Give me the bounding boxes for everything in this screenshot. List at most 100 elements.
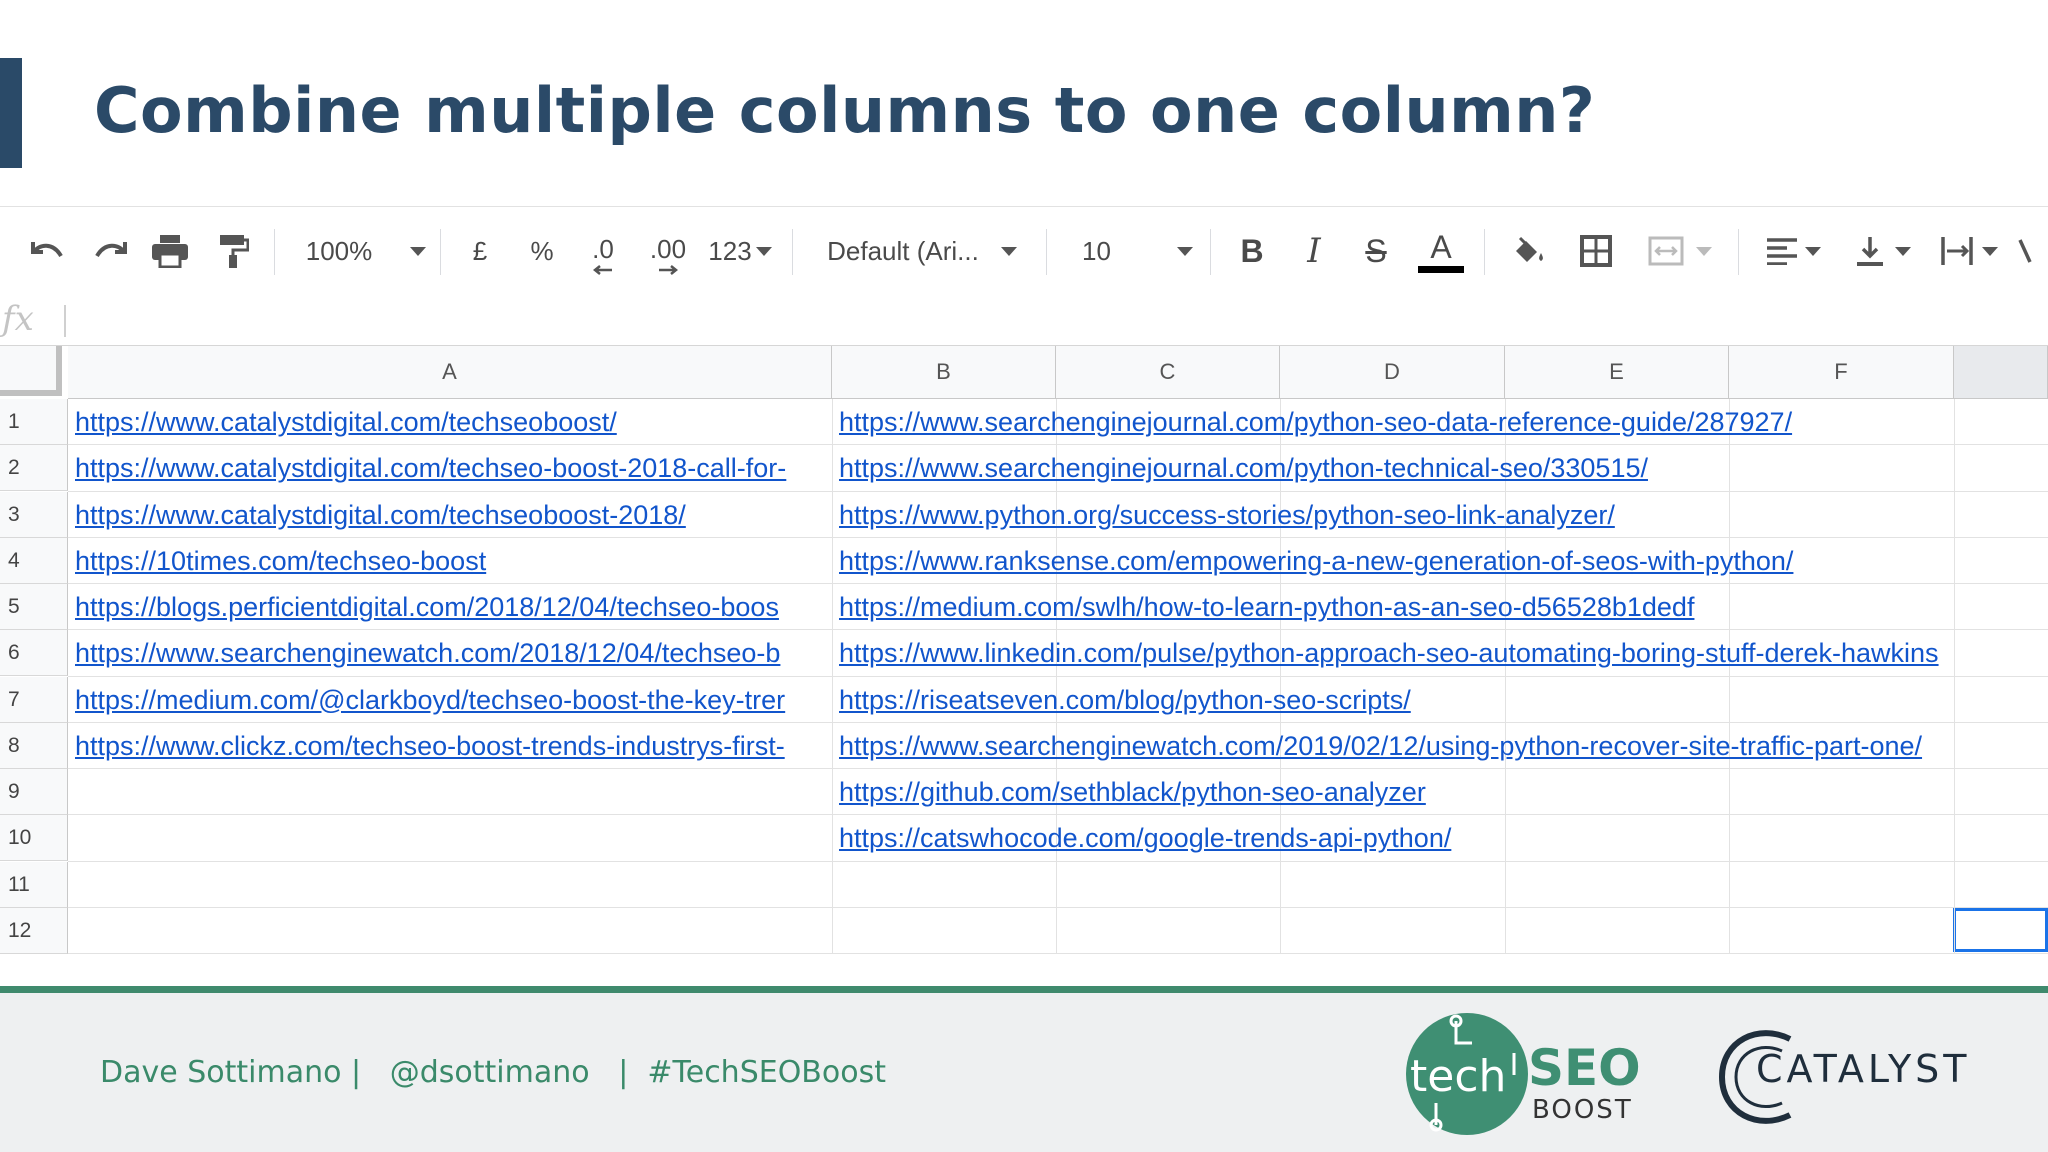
chevron-down-icon <box>1895 246 1911 256</box>
row-header[interactable]: 6 <box>0 630 68 677</box>
font-family-value: Default (Ari... <box>827 235 979 266</box>
toolbar-separator <box>1046 229 1047 275</box>
decrease-decimal-button[interactable]: .0 <box>578 207 628 295</box>
print-icon[interactable] <box>148 207 192 295</box>
zoom-value: 100% <box>305 235 373 266</box>
spreadsheet-toolbar: 100% £ % .0 .00 123 Default (Ari... 10 B… <box>0 206 2048 296</box>
row-header[interactable]: 7 <box>0 676 68 723</box>
cell-b-link[interactable]: https://www.linkedin.com/pulse/python-ap… <box>839 630 2039 676</box>
italic-icon[interactable]: I <box>1292 207 1336 295</box>
logo-tech-text: tech <box>1410 1051 1507 1102</box>
cell-a-link[interactable] <box>75 908 831 954</box>
logo-catalyst-text: CATALYST <box>1756 1047 1971 1091</box>
zoom-select[interactable]: 100% <box>296 207 436 295</box>
text-color-icon[interactable]: A <box>1416 207 1466 295</box>
decrease-decimal-label: .0 <box>592 233 614 264</box>
row-header[interactable]: 5 <box>0 584 68 630</box>
column-header-b[interactable]: B <box>832 346 1056 399</box>
cell-b-link[interactable]: https://www.python.org/success-stories/p… <box>839 492 2039 538</box>
row-header[interactable]: 10 <box>0 815 68 862</box>
column-header-f[interactable]: F <box>1729 346 1954 399</box>
paint-format-icon[interactable] <box>212 207 256 295</box>
column-header-c[interactable]: C <box>1056 346 1280 399</box>
currency-format-label: £ <box>472 235 488 266</box>
merge-cells-icon[interactable] <box>1640 207 1720 295</box>
cell-b-link[interactable]: https://medium.com/swlh/how-to-learn-pyt… <box>839 584 2039 630</box>
toolbar-separator <box>1210 229 1211 275</box>
cell-a-link[interactable]: https://blogs.perficientdigital.com/2018… <box>75 584 831 630</box>
cell-a-link[interactable]: https://www.catalystdigital.com/techseob… <box>75 492 831 538</box>
arrow-right-icon <box>659 264 679 275</box>
row-header[interactable]: 11 <box>0 861 68 908</box>
vertical-align-icon[interactable] <box>1846 207 1920 295</box>
bold-icon[interactable]: B <box>1230 207 1274 295</box>
cell-a-link[interactable] <box>75 815 831 861</box>
more-formats-select[interactable]: 123 <box>702 207 778 295</box>
text-rotation-icon[interactable] <box>2016 207 2048 295</box>
percent-format-label: % <box>530 235 554 266</box>
logo-boost-text: BOOST <box>1532 1095 1633 1125</box>
column-header-e[interactable]: E <box>1505 346 1729 399</box>
cell-a-link[interactable]: https://www.clickz.com/techseo-boost-tre… <box>75 723 831 769</box>
strikethrough-icon[interactable]: S <box>1354 207 1398 295</box>
slide-footer: Dave Sottimano | @dsottimano | #TechSEOB… <box>0 986 2048 1152</box>
more-formats-label: 123 <box>708 235 752 266</box>
undo-icon[interactable] <box>22 207 72 295</box>
chevron-down-icon <box>1000 246 1017 256</box>
redo-icon[interactable] <box>86 207 136 295</box>
cell-a-link[interactable]: https://10times.com/techseo-boost <box>75 538 831 584</box>
cell-a-link[interactable] <box>75 862 831 908</box>
font-family-select[interactable]: Default (Ari... <box>812 207 1032 295</box>
cell-b-link[interactable]: https://catswhocode.com/google-trends-ap… <box>839 815 2039 861</box>
fill-color-icon[interactable] <box>1504 207 1552 295</box>
font-size-select[interactable]: 10 <box>1066 207 1196 295</box>
catalyst-logo: CATALYST <box>1718 1027 1967 1127</box>
select-all-corner[interactable] <box>0 346 62 396</box>
row-header[interactable]: 2 <box>0 445 68 492</box>
borders-icon[interactable] <box>1572 207 1620 295</box>
column-header-a[interactable]: A <box>68 346 832 399</box>
chevron-down-icon <box>1805 246 1821 256</box>
cell-b-link[interactable] <box>839 862 2039 908</box>
text-wrap-icon[interactable] <box>1934 207 2004 295</box>
column-header-d[interactable]: D <box>1280 346 1505 399</box>
slide-title: Combine multiple columns to one column? <box>94 74 1596 147</box>
cell-b-link[interactable]: https://riseatseven.com/blog/python-seo-… <box>839 677 2039 723</box>
spreadsheet-grid: A B C D E F 1 https://www.catalystdigital… <box>0 346 2048 956</box>
row-header[interactable]: 4 <box>0 537 68 584</box>
row-header[interactable]: 12 <box>0 907 68 954</box>
toolbar-separator <box>1484 229 1485 275</box>
cell-a-link[interactable]: https://www.catalystdigital.com/techseo-… <box>75 445 831 491</box>
chevron-down-icon <box>1696 246 1712 256</box>
techseoboost-logo: tech SEO BOOST <box>1406 1013 1641 1143</box>
cell-b-link[interactable]: https://www.searchenginejournal.com/pyth… <box>839 399 2039 445</box>
row-header[interactable]: 8 <box>0 722 68 769</box>
formula-input[interactable] <box>76 301 2016 339</box>
cell-b-link[interactable]: https://www.searchenginewatch.com/2019/0… <box>839 723 2039 769</box>
column-header-g[interactable] <box>1954 346 2048 399</box>
footer-credits: Dave Sottimano | @dsottimano | #TechSEOB… <box>100 1055 886 1090</box>
row-header[interactable]: 3 <box>0 491 68 538</box>
slide-accent-bar <box>0 58 22 168</box>
cell-a-link[interactable]: https://www.searchenginewatch.com/2018/1… <box>75 630 831 676</box>
cell-b-link[interactable]: https://www.ranksense.com/empowering-a-n… <box>839 538 2039 584</box>
cell-b-link[interactable]: https://www.searchenginejournal.com/pyth… <box>839 445 2039 491</box>
cell-a-link[interactable] <box>75 769 831 815</box>
cell-a-link[interactable]: https://www.catalystdigital.com/techseob… <box>75 399 831 445</box>
row-header[interactable]: 9 <box>0 769 68 815</box>
formula-bar-divider <box>64 305 66 337</box>
text-color-swatch <box>1418 265 1464 273</box>
formula-bar: fx <box>0 295 2048 346</box>
percent-format-button[interactable]: % <box>522 207 562 295</box>
horizontal-align-icon[interactable] <box>1756 207 1830 295</box>
currency-format-button[interactable]: £ <box>460 207 500 295</box>
cell-b-link[interactable]: https://github.com/sethblack/python-seo-… <box>839 769 2039 815</box>
chevron-down-icon <box>755 246 772 256</box>
fx-label: fx <box>2 299 34 339</box>
arrow-left-icon <box>592 264 612 275</box>
cell-a-link[interactable]: https://medium.com/@clarkboyd/techseo-bo… <box>75 677 831 723</box>
increase-decimal-button[interactable]: .00 <box>640 207 696 295</box>
toolbar-separator <box>440 229 441 275</box>
cell-b-link[interactable] <box>839 908 2039 954</box>
row-header[interactable]: 1 <box>0 399 68 445</box>
